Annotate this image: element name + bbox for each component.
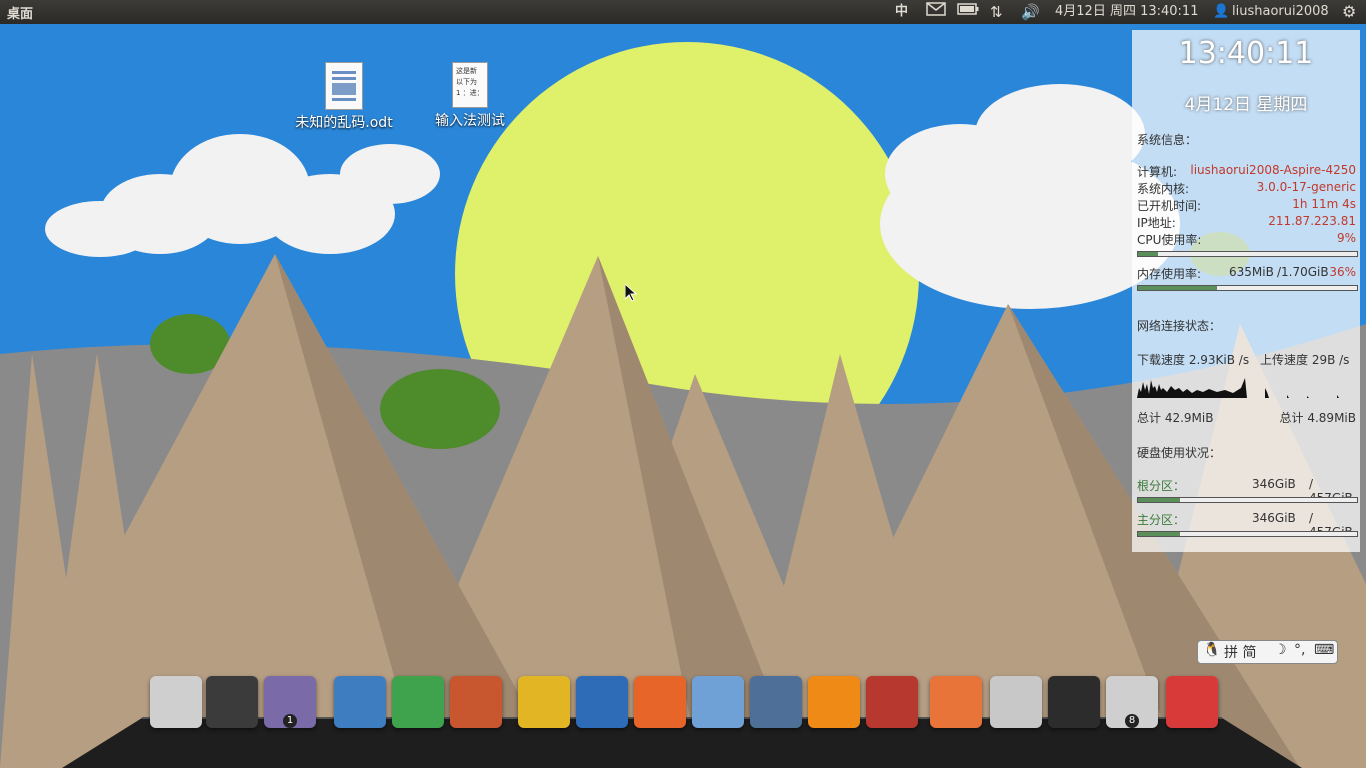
ime-mode-label[interactable]: 拼 简 xyxy=(1224,642,1256,662)
punctuation-icon[interactable]: °, xyxy=(1294,642,1305,658)
input-method-bar[interactable]: 🐧 拼 简 ☽ °, ⌨ xyxy=(1197,640,1338,664)
download-speed: 下载速度 2.93KiB /s xyxy=(1137,353,1250,367)
libreoffice-impress-icon[interactable] xyxy=(450,676,502,728)
clock-datetime[interactable]: 4月12日 周四 13:40:11 xyxy=(1055,2,1198,22)
conky-date: 4月12日 星期四 xyxy=(1184,95,1308,115)
dock-badge: 8 xyxy=(1125,714,1139,728)
network-activity-graph xyxy=(1137,378,1339,398)
sys-row: 计算机: liushaorui2008-Aspire-4250 xyxy=(1137,163,1356,179)
dock-badge: 1 xyxy=(283,714,297,728)
blender-like-icon[interactable] xyxy=(692,676,744,728)
joystick-icon[interactable] xyxy=(866,676,918,728)
odt-document-icon xyxy=(325,62,363,110)
penguin-icon[interactable]: 🐧 xyxy=(1203,642,1220,658)
upload-speed: 上传速度 29B /s xyxy=(1260,353,1350,367)
libreoffice-calc-icon[interactable] xyxy=(392,676,444,728)
mouse-cursor-icon xyxy=(625,284,637,302)
trash-icon[interactable]: 8 xyxy=(1106,676,1158,728)
text-document-icon: 这是新 以下为 1 ：进： xyxy=(452,62,488,108)
disk-row: 主分区： 346GiB / 457GiB xyxy=(1137,511,1353,539)
power-icon[interactable] xyxy=(1166,676,1218,728)
disk-row: 根分区： 346GiB / 457GiB xyxy=(1137,477,1353,505)
net-title: 网络连接状态： xyxy=(1137,319,1222,333)
disk-usage-bar xyxy=(1137,497,1358,503)
disk-title: 硬盘使用状况： xyxy=(1137,446,1222,460)
terminal-icon[interactable] xyxy=(206,676,258,728)
download-total: 总计 42.9MiB xyxy=(1137,411,1214,425)
libreoffice-writer-icon[interactable] xyxy=(334,676,386,728)
system-monitor-icon[interactable] xyxy=(1048,676,1100,728)
mail-icon[interactable] xyxy=(926,2,946,22)
chrome-icon[interactable] xyxy=(518,676,570,728)
battery-icon[interactable] xyxy=(957,2,979,22)
cpu-usage-bar xyxy=(1137,251,1358,257)
desktop-icon-label: 输入法测试 xyxy=(435,113,505,129)
home-folder-icon[interactable] xyxy=(930,676,982,728)
volume-icon[interactable]: 🔊 xyxy=(1021,2,1040,22)
top-panel: 桌面 中 ⇅ 🔊 4月12日 周四 13:40:11 👤 liushaorui2… xyxy=(0,0,1366,24)
desktop-label: 桌面 xyxy=(7,7,34,22)
disk-usage-bar xyxy=(1137,531,1358,537)
memory-usage-bar xyxy=(1137,285,1358,291)
sys-row: IP地址: 211.87.223.81 xyxy=(1137,214,1356,230)
mem-row: 内存使用率: 635MiB /1.70GiB 36% xyxy=(1137,265,1356,281)
sys-info-title: 系统信息： xyxy=(1137,133,1198,147)
conky-clock: 13:40:11 xyxy=(1178,36,1314,71)
network-icon[interactable]: ⇅ xyxy=(990,2,1003,22)
settings-icon[interactable] xyxy=(990,676,1042,728)
input-method-indicator[interactable]: 中 xyxy=(895,2,908,22)
memory-usage-fill xyxy=(1138,286,1217,290)
sys-row: CPU使用率: 9% xyxy=(1137,231,1356,247)
workspace-switcher-icon[interactable]: 1 xyxy=(264,676,316,728)
image-viewer-icon[interactable] xyxy=(750,676,802,728)
thunderbird-icon[interactable] xyxy=(576,676,628,728)
disk-usage-fill xyxy=(1138,532,1180,536)
desktop-icon-odt[interactable]: 未知的乱码.odt xyxy=(289,62,399,132)
user-icon[interactable]: 👤 xyxy=(1213,2,1229,22)
moon-icon[interactable]: ☽ xyxy=(1274,642,1287,658)
upload-total: 总计 4.89MiB xyxy=(1279,411,1356,425)
software-center-icon[interactable] xyxy=(634,676,686,728)
desktop-icon-label: 未知的乱码.odt xyxy=(295,115,393,131)
download-manager-icon[interactable] xyxy=(808,676,860,728)
cpu-usage-fill xyxy=(1138,252,1158,256)
desktop-icon-text[interactable]: 这是新 以下为 1 ：进： 输入法测试 xyxy=(415,62,525,130)
disk-usage-fill xyxy=(1138,498,1180,502)
conky-system-monitor: 13:40:11 4月12日 星期四 系统信息： 计算机: liushaorui2… xyxy=(1132,30,1360,552)
user-name[interactable]: liushaorui2008 xyxy=(1232,2,1329,22)
keyboard-icon[interactable]: ⌨ xyxy=(1314,642,1334,658)
sys-row: 系统内核: 3.0.0-17-generic xyxy=(1137,180,1356,196)
ubuntu-logo-icon[interactable] xyxy=(150,676,202,728)
session-gear-icon[interactable]: ⚙ xyxy=(1342,2,1356,22)
sys-row: 已开机时间: 1h 11m 4s xyxy=(1137,197,1356,213)
